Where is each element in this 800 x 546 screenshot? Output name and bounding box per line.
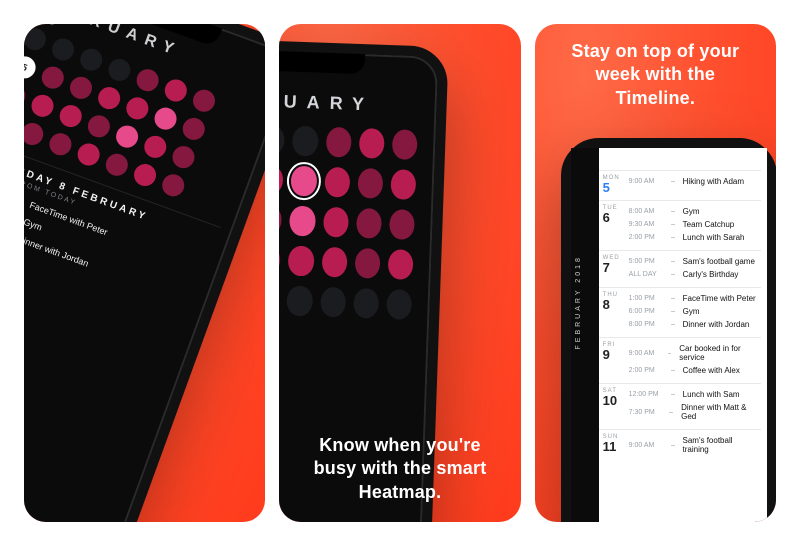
panel-timeline: Stay on top of your week with the Timeli… (535, 24, 776, 522)
timeline-day[interactable]: THU81:00 PMFaceTime with Peter6:00 PMGym… (599, 287, 761, 337)
tick-icon (671, 181, 675, 182)
tick-icon (671, 224, 675, 225)
event-title: FaceTime with Peter (683, 294, 756, 303)
timeline-day[interactable]: MON59:00 AMHiking with Adam (599, 170, 761, 200)
day-number: 9 (603, 348, 629, 361)
heatmap-screen[interactable]: FEBRUARY 2018 5 THURSDAY 8 FEBRUARY 3 DA… (24, 24, 265, 522)
timeline-item[interactable]: 5:00 PM Sam's football game (629, 255, 761, 268)
event-time: 5:00 PM (629, 258, 665, 265)
event-title: Dinner with Matt & Ged (681, 403, 761, 421)
event-time: 9:00 AM (629, 442, 665, 449)
day-number: 7 (603, 261, 629, 274)
timeline-screen[interactable]: FEBRUARY 2018 MON59:00 AMHiking with Ada… (571, 148, 767, 522)
timeline-item[interactable]: 8:00 PM Dinner with Jordan (629, 318, 761, 331)
phone-frame: FEBRUARY 2018 MON59:00 AMHiking with Ada… (561, 138, 776, 522)
event-title: Coffee with Alex (683, 366, 740, 375)
phone-frame: FEBRUARY 2018 5 THURSDAY 8 FEBRUARY 3 DA… (24, 24, 265, 522)
event-title: Car booked in for service (679, 344, 760, 362)
event-time: 8:00 AM (629, 208, 665, 215)
event-title: Gym (683, 207, 700, 216)
tick-icon (671, 445, 675, 446)
tick-icon (671, 324, 675, 325)
event-title: Dinner with Jordan (683, 320, 750, 329)
event-time: 12:00 PM (629, 391, 665, 398)
timeline-item[interactable]: 1:00 PM FaceTime with Peter (629, 292, 761, 305)
timeline-item[interactable]: 9:00 AM Hiking with Adam (629, 175, 761, 188)
tick-icon (671, 311, 675, 312)
timeline-item[interactable]: 6:00 PM Gym (629, 305, 761, 318)
timeline-day[interactable]: SUN119:00 AMSam's football training (599, 429, 761, 462)
day-number: 11 (603, 440, 629, 453)
timeline-item[interactable]: 7:30 PM Dinner with Matt & Ged (629, 401, 761, 423)
event-title: Sam's football training (683, 436, 761, 454)
tick-icon (671, 237, 675, 238)
event-time: 2:00 PM (629, 367, 665, 374)
timeline-item[interactable]: 9:00 AM Sam's football training (629, 434, 761, 456)
tick-icon (671, 274, 675, 275)
event-title: Sam's football game (683, 257, 755, 266)
event-title: Team Catchup (683, 220, 735, 229)
event-time: 1:00 PM (629, 295, 665, 302)
timeline-day[interactable]: SAT1012:00 PMLunch with Sam7:30 PMDinner… (599, 383, 761, 429)
timeline-item[interactable]: 9:00 AM Car booked in for service (629, 342, 761, 364)
event-title: Carly's Birthday (683, 270, 739, 279)
event-title: Lunch with Sam (683, 390, 740, 399)
selected-day[interactable] (291, 166, 317, 197)
event-title: Hiking with Adam (683, 177, 744, 186)
event-time: 9:00 AM (629, 178, 665, 185)
timeline-item[interactable]: 12:00 PM Lunch with Sam (629, 388, 761, 401)
event-time: 9:30 AM (629, 221, 665, 228)
timeline-item[interactable]: 2:00 PM Coffee with Alex (629, 364, 761, 377)
timeline-item[interactable]: 9:30 AM Team Catchup (629, 218, 761, 231)
timeline-day[interactable]: TUE68:00 AMGym9:30 AMTeam Catchup2:00 PM… (599, 200, 761, 250)
today-dot[interactable]: 5 (24, 53, 39, 81)
day-number: 10 (603, 394, 629, 407)
day-number: 6 (603, 211, 629, 224)
tick-icon (671, 298, 675, 299)
month-title: FEBRUARY (279, 88, 419, 117)
timeline-day[interactable]: FRI99:00 AMCar booked in for service2:00… (599, 337, 761, 383)
timeline-item[interactable]: ALL DAY Carly's Birthday (629, 268, 761, 281)
day-number: 8 (603, 298, 629, 311)
tick-icon (668, 353, 672, 354)
tick-icon (671, 211, 675, 212)
timeline-days: MON59:00 AMHiking with AdamTUE68:00 AMGy… (599, 170, 761, 522)
marketing-caption: Know when you're busy with the smart Hea… (301, 434, 498, 504)
event-time: 2:00 PM (629, 234, 665, 241)
event-time: 6:00 PM (629, 308, 665, 315)
timeline-item[interactable]: 2:00 PM Lunch with Sarah (629, 231, 761, 244)
panel-heatmap-events: FEBRUARY 2018 5 THURSDAY 8 FEBRUARY 3 DA… (24, 24, 265, 522)
event-title: Gym (683, 307, 700, 316)
panel-heatmap: FEBRUARY 2018 Know when you're busy with… (279, 24, 520, 522)
event-time: 8:00 PM (629, 321, 665, 328)
heatmap-grid (279, 122, 418, 320)
tick-icon (669, 412, 673, 413)
event-time: 9:00 AM (629, 350, 662, 357)
day-number: 5 (603, 181, 629, 194)
tick-icon (671, 370, 675, 371)
timeline-day[interactable]: WED75:00 PMSam's football gameALL DAYCar… (599, 250, 761, 287)
marketing-caption: Stay on top of your week with the Timeli… (557, 40, 754, 110)
screenshot-row: FEBRUARY 2018 5 THURSDAY 8 FEBRUARY 3 DA… (24, 24, 776, 522)
event-title: Lunch with Sarah (683, 233, 745, 242)
tick-icon (671, 261, 675, 262)
sidebar-month-label: FEBRUARY 2018 (575, 255, 582, 349)
event-time: 7:30 PM (629, 409, 664, 416)
timeline-item[interactable]: 8:00 AM Gym (629, 205, 761, 218)
timeline-sidebar: FEBRUARY 2018 (571, 148, 599, 522)
event-time: ALL DAY (629, 271, 665, 278)
tick-icon (671, 394, 675, 395)
